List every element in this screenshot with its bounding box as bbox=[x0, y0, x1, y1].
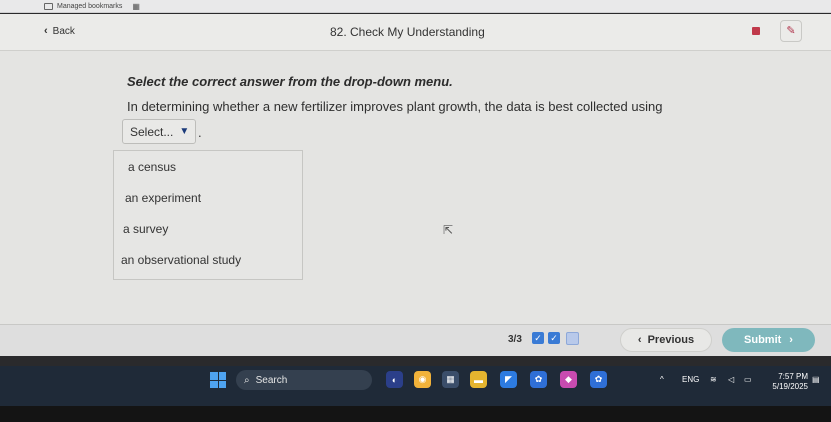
search-icon: ⌕ bbox=[244, 374, 250, 386]
screen-bezel bbox=[0, 406, 831, 422]
clock[interactable]: 7:57 PM 5/19/2025 bbox=[764, 372, 808, 392]
option-observational-study[interactable]: an observational study bbox=[114, 246, 309, 274]
language-indicator[interactable]: ENG bbox=[682, 375, 699, 384]
folder-icon[interactable]: ▬ bbox=[470, 371, 487, 388]
wifi-icon[interactable]: ≋ bbox=[710, 375, 717, 384]
option-census[interactable]: a census bbox=[114, 153, 316, 181]
windows-taskbar: ⌕ Search ◐ ◉ ▦ ▬ ◤ ✿ ◆ ✿ ^ ENG ≋ ◁ ▭ 7:5… bbox=[0, 366, 831, 406]
gear-app-icon[interactable]: ✿ bbox=[590, 371, 607, 388]
app-icon[interactable]: ◆ bbox=[560, 371, 577, 388]
chrome-icon[interactable]: ◉ bbox=[414, 371, 431, 388]
date: 5/19/2025 bbox=[772, 382, 808, 391]
checkbox-icon[interactable] bbox=[566, 332, 579, 345]
checkbox-icon[interactable]: ✓ bbox=[532, 332, 544, 344]
windows-start-icon[interactable] bbox=[210, 372, 226, 388]
instruction-text: Select the correct answer from the drop-… bbox=[127, 74, 453, 89]
answer-dropdown[interactable]: Select... ▼ bbox=[122, 119, 196, 144]
browser-bookmarks-bar: Managed bookmarks ▦ bbox=[0, 0, 831, 13]
back-label: Back bbox=[52, 25, 75, 37]
question-panel: Select the correct answer from the drop-… bbox=[0, 51, 831, 321]
chevron-left-icon: ‹ bbox=[44, 25, 48, 37]
dropdown-menu: a census an experiment a survey an obser… bbox=[113, 150, 303, 280]
app-window: ‹ Back 82. Check My Understanding ✎ Sele… bbox=[0, 14, 831, 356]
flag-icon[interactable] bbox=[752, 27, 760, 35]
battery-icon[interactable]: ▭ bbox=[744, 375, 752, 384]
mouse-pointer-icon: ⇱ bbox=[443, 223, 454, 237]
back-button[interactable]: ‹ Back bbox=[44, 25, 75, 37]
search-label: Search bbox=[255, 374, 288, 386]
checkbox-icon[interactable]: ✓ bbox=[548, 332, 560, 344]
managed-bookmarks[interactable]: Managed bookmarks bbox=[57, 3, 122, 10]
speaker-icon[interactable]: ◁ bbox=[728, 375, 734, 384]
apps-grid-icon[interactable]: ▦ bbox=[132, 2, 140, 11]
progress-counter: 3/3 bbox=[508, 334, 522, 345]
store-icon[interactable]: ▦ bbox=[442, 371, 459, 388]
top-navigation: ‹ Back 82. Check My Understanding ✎ bbox=[0, 14, 831, 51]
gear-app-icon[interactable]: ✿ bbox=[530, 371, 547, 388]
question-text: In determining whether a new fertilizer … bbox=[127, 99, 663, 114]
option-survey[interactable]: a survey bbox=[114, 215, 311, 243]
chevron-left-icon: ‹ bbox=[637, 334, 642, 346]
notification-icon[interactable]: ▤ bbox=[812, 375, 820, 384]
app-icon[interactable]: ◐ bbox=[386, 371, 403, 388]
footer-bar: 3/3 ✓ ✓ ‹ Previous Submit › bbox=[0, 324, 831, 356]
dropdown-value: Select... bbox=[130, 124, 174, 139]
page-title: 82. Check My Understanding bbox=[330, 25, 485, 39]
submit-button[interactable]: Submit › bbox=[722, 328, 815, 352]
previous-label: Previous bbox=[647, 334, 695, 346]
chevron-up-icon[interactable]: ^ bbox=[660, 375, 664, 384]
app-icon[interactable]: ◤ bbox=[500, 371, 517, 388]
chevron-right-icon: › bbox=[789, 334, 793, 346]
submit-label: Submit bbox=[744, 334, 782, 346]
time: 7:57 PM bbox=[778, 372, 808, 381]
option-experiment[interactable]: an experiment bbox=[114, 184, 313, 212]
caret-down-icon: ▼ bbox=[179, 126, 190, 137]
sentence-period: . bbox=[198, 125, 202, 140]
taskbar-search[interactable]: ⌕ Search bbox=[236, 370, 372, 390]
pencil-icon[interactable]: ✎ bbox=[780, 20, 802, 42]
folder-icon bbox=[44, 2, 53, 10]
previous-button[interactable]: ‹ Previous bbox=[620, 328, 712, 352]
